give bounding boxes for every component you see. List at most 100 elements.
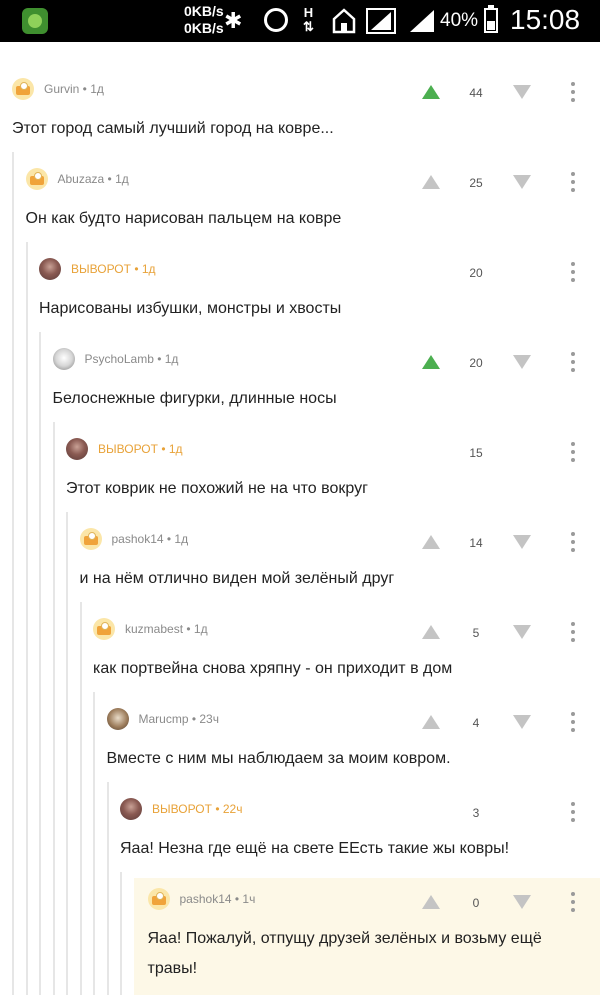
comment-score: 14 — [469, 536, 483, 550]
alarm-icon — [264, 8, 288, 32]
comment-header: ВЫВОРОТ • 22ч 3 — [120, 796, 600, 826]
comment-header: kuzmabest • 1д 5 — [93, 616, 600, 646]
comment-text: и на нём отлично виден мой зелёный друг — [79, 570, 395, 587]
speed-up: 0KB/s — [184, 3, 224, 19]
comment-score: 15 — [469, 446, 483, 460]
comment-author[interactable]: pashok14 — [180, 892, 232, 906]
comment-header: pashok14 • 1ч 0 — [147, 886, 600, 916]
comment-meta: Gurvin • 1д — [44, 82, 104, 96]
downvote-icon[interactable] — [512, 714, 532, 730]
avatar[interactable] — [79, 528, 102, 550]
comment-meta: ВЫВОРОТ • 1д — [98, 442, 183, 456]
downvote-icon[interactable] — [512, 354, 532, 370]
upvote-icon[interactable] — [421, 624, 441, 640]
avatar[interactable] — [12, 78, 34, 100]
avatar[interactable] — [93, 618, 115, 640]
comment-header: Gurvin • 1д 44 — [12, 76, 600, 106]
comment: pashok14 • 1д 14 и на нём отлично виден мо… — [79, 518, 600, 608]
comment: Abuzaza • 1д 25 Он как будто нарисован пал… — [25, 158, 600, 248]
battery-percent: 40% — [440, 10, 479, 31]
network-speed: 0KB/s 0KB/s — [184, 3, 224, 37]
comment-author[interactable]: pashok14 — [112, 532, 164, 546]
comment-score: 5 — [472, 626, 480, 640]
network-h-icon: H ⇅ — [303, 6, 314, 34]
more-menu-icon[interactable] — [563, 442, 583, 464]
comment-text: Этот коврик не похожий не на что вокруг — [66, 480, 368, 497]
comment-meta: pashok14 • 1д — [112, 532, 189, 546]
downvote-icon[interactable] — [512, 534, 532, 550]
avatar[interactable] — [120, 798, 142, 820]
comment-score: 3 — [472, 806, 480, 820]
thread-line — [106, 782, 109, 995]
speed-down: 0KB/s — [184, 20, 224, 36]
comment-score: 0 — [472, 896, 480, 910]
bluetooth-icon: ✱ — [224, 8, 243, 33]
comment-time: • 23ч — [188, 712, 219, 726]
signal-icon — [408, 8, 436, 39]
more-menu-icon[interactable] — [563, 622, 583, 644]
downvote-icon[interactable] — [512, 174, 532, 190]
downvote-icon[interactable] — [512, 624, 532, 640]
comment-author[interactable]: Marucmp — [139, 712, 189, 726]
comment-author[interactable]: ВЫВОРОТ — [71, 262, 131, 276]
more-menu-icon[interactable] — [563, 712, 583, 734]
thread-line — [79, 602, 82, 995]
comment-author[interactable]: ВЫВОРОТ — [98, 442, 158, 456]
upvote-icon[interactable] — [421, 714, 441, 730]
comment-time: • 1д — [104, 172, 129, 186]
comment-time: • 1д — [163, 532, 189, 546]
comment-author[interactable]: Abuzaza — [58, 172, 105, 186]
avatar[interactable] — [52, 348, 75, 370]
home-icon — [332, 8, 356, 39]
comment-text: Яаа! Пожалуй, отпущу друзей зелёных и во… — [147, 930, 542, 977]
comment-author[interactable]: ВЫВОРОТ — [152, 802, 212, 816]
comment-time: • 1д — [79, 82, 104, 96]
downvote-icon[interactable] — [512, 894, 532, 910]
comment-score: 25 — [469, 176, 483, 190]
avatar[interactable] — [39, 258, 61, 280]
comment: ВЫВОРОТ • 22ч 3 Яаа! Незна где ещё на свет… — [120, 788, 600, 878]
thread-line — [12, 152, 14, 995]
avatar[interactable] — [25, 168, 48, 190]
thread-line — [25, 242, 28, 995]
more-menu-icon[interactable] — [563, 262, 583, 284]
more-menu-icon[interactable] — [563, 172, 583, 194]
upvote-icon[interactable] — [421, 174, 441, 190]
thread-line — [93, 692, 95, 995]
upvote-icon[interactable] — [421, 84, 441, 100]
comment: ВЫВОРОТ • 1д 15 Этот коврик не похожий не … — [66, 428, 600, 518]
more-menu-icon[interactable] — [563, 82, 583, 104]
thread-line — [39, 332, 41, 995]
comment: PsychoLamb • 1д 20 Белоснежные фигурки, дл… — [52, 338, 600, 428]
comment-score: 20 — [469, 356, 483, 370]
network-type: H — [303, 5, 314, 20]
comment-time: • 1д — [130, 262, 156, 276]
more-menu-icon[interactable] — [563, 352, 583, 374]
more-menu-icon[interactable] — [563, 892, 583, 914]
avatar[interactable] — [147, 888, 170, 910]
avatar[interactable] — [106, 708, 129, 730]
comment-header: Abuzaza • 1д 25 — [25, 166, 600, 196]
comment: Gurvin • 1д 44 Этот город самый лучший гор… — [12, 68, 600, 158]
avatar[interactable] — [66, 438, 88, 460]
battery-icon — [484, 5, 498, 33]
comment-meta: PsychoLamb • 1д — [85, 352, 179, 366]
more-menu-icon[interactable] — [563, 532, 583, 554]
comment-author[interactable]: kuzmabest — [125, 622, 183, 636]
comment-text: Яаа! Незна где ещё на свете ЕЕсть такие … — [120, 840, 510, 857]
more-menu-icon[interactable] — [563, 802, 583, 824]
comment-header: Marucmp • 23ч 4 — [106, 706, 600, 736]
upvote-icon[interactable] — [421, 894, 441, 910]
network-arrows-icon: ⇅ — [303, 19, 314, 34]
comment-thread: Gurvin • 1д 44 Этот город самый лучший гор… — [0, 42, 600, 995]
comment-header: ВЫВОРОТ • 1д 20 — [39, 256, 600, 286]
clock: 15:08 — [510, 4, 581, 35]
upvote-icon[interactable] — [421, 354, 441, 370]
downvote-icon[interactable] — [512, 84, 532, 100]
comment-author[interactable]: PsychoLamb — [85, 352, 154, 366]
upvote-icon[interactable] — [421, 534, 441, 550]
comment: Marucmp • 23ч 4 Вместе с ним мы наблюдаем … — [106, 698, 600, 788]
comment-score: 20 — [469, 266, 483, 280]
comment-author[interactable]: Gurvin — [44, 82, 79, 96]
comment: kuzmabest • 1д 5 как портвейна снова хряпн… — [93, 608, 600, 698]
